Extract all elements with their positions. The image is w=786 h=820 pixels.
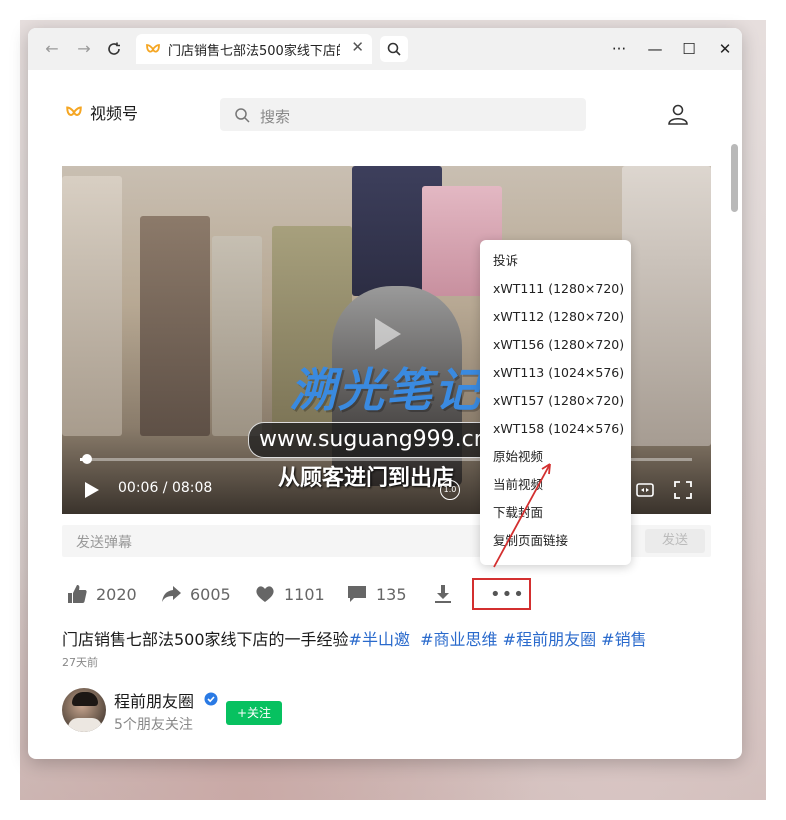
heart-icon xyxy=(256,586,274,602)
like-count: 2020 xyxy=(96,584,137,604)
favorite-count: 1101 xyxy=(284,584,325,604)
tab-bar: ← → 门店销售七部法500家线下店的一手经验 ✕ ··· — ☐ ✕ xyxy=(28,28,742,70)
video-subtitle: 从顾客进门到出店 xyxy=(278,466,455,491)
search-icon xyxy=(235,108,250,123)
comment-icon xyxy=(348,586,366,602)
more-options-icon[interactable]: ··· xyxy=(606,36,632,62)
tab-active[interactable]: 门店销售七部法500家线下店的一手经验 ✕ xyxy=(136,34,372,64)
share-icon xyxy=(162,586,181,602)
user-icon[interactable] xyxy=(666,102,690,126)
video-scene xyxy=(212,236,262,436)
play-overlay-icon[interactable] xyxy=(359,308,411,360)
tab-close-icon[interactable]: ✕ xyxy=(351,38,364,56)
download-icon xyxy=(435,585,451,603)
verified-badge-icon xyxy=(204,692,218,706)
speed-icon[interactable]: 1.0 xyxy=(440,480,460,500)
avatar[interactable] xyxy=(62,688,106,732)
browser-window: ← → 门店销售七部法500家线下店的一手经验 ✕ ··· — ☐ ✕ 视频号 xyxy=(28,28,742,759)
scrollbar-thumb[interactable] xyxy=(731,144,738,212)
post-title-text: 门店销售七部法500家线下店的一手经验 xyxy=(62,630,349,649)
post-title: 门店销售七部法500家线下店的一手经验#半山邀 #商业思维 #程前朋友圈 #销售 xyxy=(62,626,647,650)
follow-button[interactable]: +关注 xyxy=(226,701,282,725)
menu-item[interactable]: xWT157 (1280×720) xyxy=(493,388,624,414)
site-header: 视频号 搜索 xyxy=(28,70,742,150)
tag-link[interactable]: #程前朋友圈 xyxy=(503,630,596,649)
download-button[interactable] xyxy=(432,582,454,606)
tag-link[interactable]: #商业思维 xyxy=(420,630,497,649)
comment-button[interactable]: 135 xyxy=(346,582,407,606)
reload-icon[interactable] xyxy=(102,37,126,61)
search-input[interactable]: 搜索 xyxy=(220,98,586,131)
menu-item[interactable]: xWT156 (1280×720) xyxy=(493,332,624,358)
menu-item[interactable]: 复制页面链接 xyxy=(493,528,568,554)
brand-name: 视频号 xyxy=(90,104,139,123)
tag-link[interactable]: #销售 xyxy=(601,630,646,649)
danmu-toggle-icon[interactable] xyxy=(634,479,656,501)
menu-item[interactable]: xWT111 (1280×720) xyxy=(493,276,624,302)
danmu-send-button[interactable]: 发送 xyxy=(645,529,705,553)
post-time: 27天前 xyxy=(62,656,98,669)
watermark-url: www.suguang999.cn xyxy=(248,422,499,458)
channels-logo-icon xyxy=(66,106,82,116)
search-placeholder: 搜索 xyxy=(260,108,291,126)
action-bar: 2020 6005 1101 135 xyxy=(62,576,711,612)
menu-item[interactable]: 投诉 xyxy=(493,248,518,274)
danmu-placeholder: 发送弹幕 xyxy=(76,535,132,551)
tab-title: 门店销售七部法500家线下店的一手经验 xyxy=(168,44,340,59)
minimize-icon[interactable]: — xyxy=(642,36,668,62)
menu-item[interactable]: 原始视频 xyxy=(493,444,543,470)
more-dots-icon: ••• xyxy=(490,584,525,605)
brand[interactable]: 视频号 xyxy=(64,100,138,124)
friends-following: 5个朋友关注 xyxy=(114,717,193,733)
share-count: 6005 xyxy=(190,584,231,604)
play-icon[interactable] xyxy=(80,479,102,501)
channels-logo-icon xyxy=(146,44,160,53)
back-icon[interactable]: ← xyxy=(40,37,64,61)
watermark-text: 溯光笔记 xyxy=(290,363,482,417)
video-scene xyxy=(140,216,210,436)
like-button[interactable]: 2020 xyxy=(66,582,137,606)
search-icon xyxy=(387,42,401,56)
fullscreen-icon[interactable] xyxy=(672,479,694,501)
menu-item[interactable]: xWT112 (1280×720) xyxy=(493,304,624,330)
progress-knob[interactable] xyxy=(82,454,93,464)
tag-link[interactable]: #半山邀 xyxy=(349,630,410,649)
close-window-icon[interactable]: ✕ xyxy=(712,36,738,62)
time-display: 00:06 / 08:08 xyxy=(118,480,213,496)
author-name[interactable]: 程前朋友圈 xyxy=(114,688,194,712)
thumbs-up-icon xyxy=(68,585,87,603)
more-actions-button[interactable]: ••• xyxy=(472,578,531,610)
menu-item[interactable]: 当前视频 xyxy=(493,472,543,498)
comment-count: 135 xyxy=(376,584,407,604)
video-scene xyxy=(622,166,711,446)
share-button[interactable]: 6005 xyxy=(160,582,231,606)
context-menu: 投诉 xWT111 (1280×720) xWT112 (1280×720) xWT1… xyxy=(480,240,631,565)
forward-icon[interactable]: → xyxy=(72,37,96,61)
maximize-icon[interactable]: ☐ xyxy=(676,36,702,62)
menu-item[interactable]: xWT158 (1024×576) xyxy=(493,416,624,442)
menu-item[interactable]: xWT113 (1024×576) xyxy=(493,360,624,386)
menu-item[interactable]: 下载封面 xyxy=(493,500,543,526)
tab-search-button[interactable] xyxy=(380,36,408,62)
favorite-button[interactable]: 1101 xyxy=(254,582,325,606)
video-scene xyxy=(62,176,122,436)
